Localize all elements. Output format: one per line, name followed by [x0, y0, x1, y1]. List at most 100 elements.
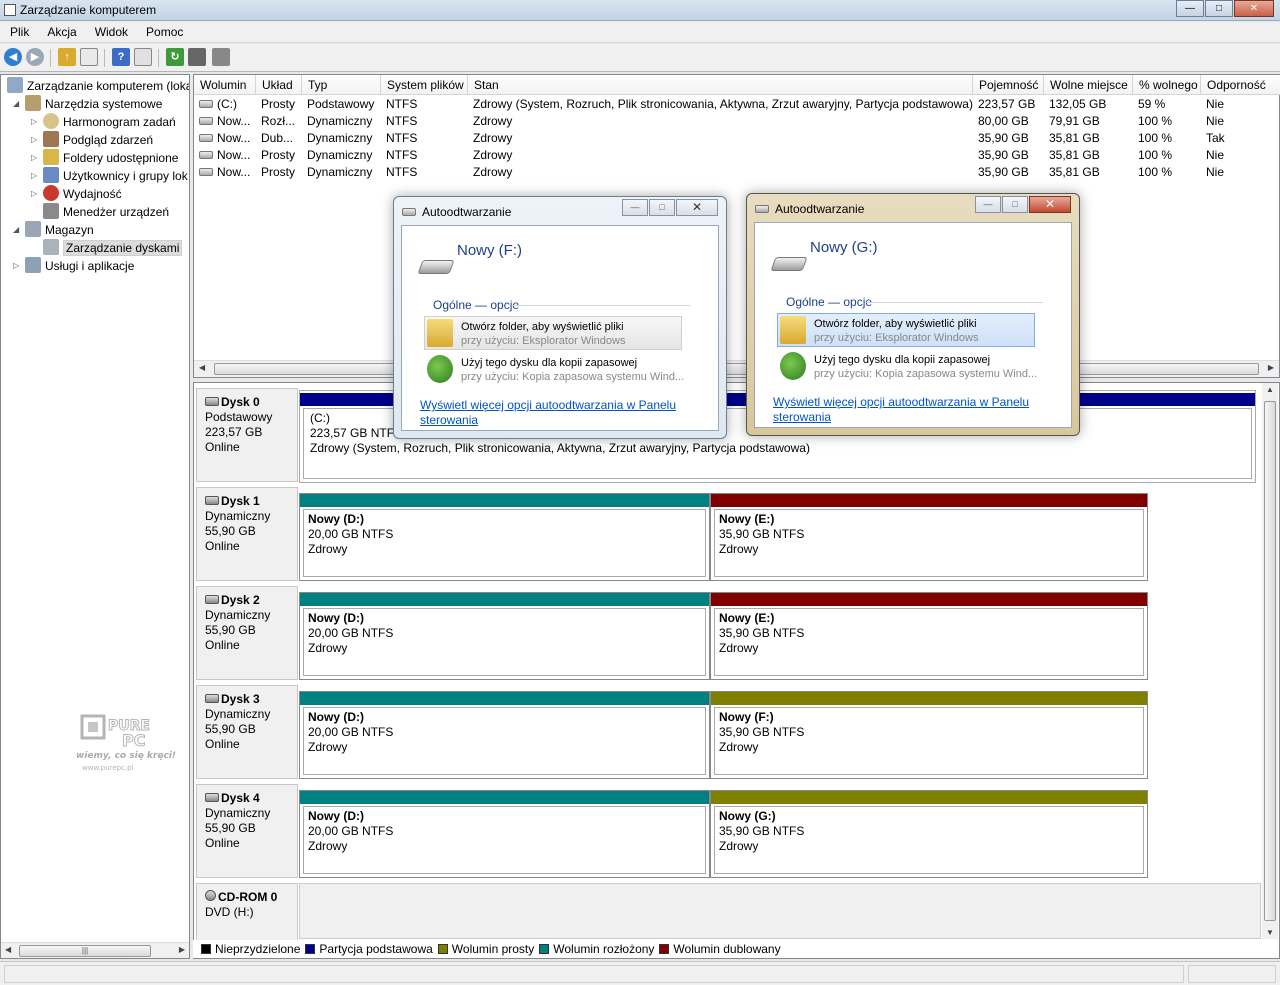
partition-d[interactable]: Nowy (D:) 20,00 GB NTFS Zdrowy	[299, 592, 710, 680]
autoplay-dialog-f[interactable]: Autoodtwarzanie — □ ✕ Nowy (F:) Ogólne —…	[393, 196, 727, 439]
drive-icon	[199, 100, 213, 108]
partition-d[interactable]: Nowy (D:) 20,00 GB NTFS Zdrowy	[299, 790, 710, 878]
collapse-icon[interactable]: ◢	[13, 95, 19, 113]
scroll-right-icon[interactable]: ▶	[1268, 363, 1274, 372]
partition-d[interactable]: Nowy (D:) 20,00 GB NTFS Zdrowy	[299, 493, 710, 581]
tree-root[interactable]: Zarządzanie komputerem (loka	[7, 77, 189, 95]
tree-shared-folders[interactable]: ▷ Foldery udostępnione	[31, 149, 178, 167]
tree-event-viewer[interactable]: ▷ Podgląd zdarzeń	[31, 131, 153, 149]
disk-3-info[interactable]: Dysk 3 Dynamiczny 55,90 GB Online	[196, 685, 298, 779]
scroll-up-icon[interactable]: ▲	[1266, 385, 1274, 394]
scroll-left-icon[interactable]: ◀	[5, 945, 11, 954]
folder-icon	[780, 316, 806, 344]
disk-settings-icon[interactable]	[212, 48, 230, 66]
back-arrow-icon[interactable]: ◀	[4, 48, 22, 66]
properties-icon[interactable]	[134, 48, 152, 66]
open-folder-option[interactable]: Otwórz folder, aby wyświetlić pliki przy…	[777, 313, 1035, 347]
col-layout[interactable]: Układ	[256, 75, 302, 95]
dialog-close-button[interactable]: ✕	[1029, 196, 1071, 213]
col-percent-free[interactable]: % wolnego	[1133, 75, 1201, 95]
partition-e[interactable]: Nowy (E:) 35,90 GB NTFS Zdrowy	[710, 493, 1148, 581]
tree-services-apps[interactable]: ▷ Usługi i aplikacje	[13, 257, 134, 275]
table-row[interactable]: Now... Prosty Dynamiczny NTFS Zdrowy 35,…	[194, 147, 1280, 164]
col-status[interactable]: Stan	[468, 75, 973, 95]
tree-users-groups[interactable]: ▷ Użytkownicy i grupy lok	[31, 167, 188, 185]
scroll-down-icon[interactable]: ▼	[1266, 928, 1274, 937]
menu-view[interactable]: Widok	[85, 22, 136, 42]
dialog-maximize-button[interactable]: □	[649, 199, 675, 216]
col-volume[interactable]: Wolumin	[194, 75, 256, 95]
autoplay-dialog-g[interactable]: Autoodtwarzanie — □ ✕ Nowy (G:) Ogólne —…	[746, 193, 1080, 436]
tree-task-scheduler[interactable]: ▷ Harmonogram zadań	[31, 113, 176, 131]
more-autoplay-options-link[interactable]: Wyświetl więcej opcji autoodtwarzania w …	[420, 398, 690, 428]
menu-file[interactable]: Plik	[0, 22, 37, 42]
expand-icon[interactable]: ▷	[31, 149, 37, 167]
navigation-tree: Zarządzanie komputerem (loka ◢ Narzędzia …	[0, 74, 190, 959]
close-button[interactable]: ✕	[1234, 0, 1274, 17]
partition-e[interactable]: Nowy (E:) 35,90 GB NTFS Zdrowy	[710, 592, 1148, 680]
menu-help[interactable]: Pomoc	[136, 22, 191, 42]
collapse-icon[interactable]: ◢	[13, 221, 19, 239]
computer-management-icon	[7, 77, 23, 93]
disk-vertical-scrollbar[interactable]: ▲ ▼	[1262, 383, 1278, 939]
settings-icon[interactable]	[188, 48, 206, 66]
partition-g[interactable]: Nowy (G:) 35,90 GB NTFS Zdrowy	[710, 790, 1148, 878]
col-filesystem[interactable]: System plików	[381, 75, 468, 95]
forward-arrow-icon[interactable]: ▶	[26, 48, 44, 66]
backup-option[interactable]: Użyj tego dysku dla kopii zapasowej przy…	[777, 349, 1037, 383]
col-type[interactable]: Typ	[302, 75, 381, 95]
cdrom-area[interactable]	[299, 883, 1261, 939]
col-fault-tolerance[interactable]: Odporność	[1201, 75, 1280, 95]
expand-icon[interactable]: ▷	[31, 131, 37, 149]
volume-list: Wolumin Układ Typ System plików Stan Poj…	[193, 74, 1280, 378]
tree-performance[interactable]: ▷ Wydajność	[31, 185, 122, 203]
open-folder-option[interactable]: Otwórz folder, aby wyświetlić pliki przy…	[424, 316, 682, 350]
disk-4-info[interactable]: Dysk 4 Dynamiczny 55,90 GB Online	[196, 784, 298, 878]
menu-action[interactable]: Akcja	[37, 22, 84, 42]
table-row[interactable]: (C:) Prosty Podstawowy NTFS Zdrowy (Syst…	[194, 96, 1280, 113]
backup-option[interactable]: Użyj tego dysku dla kopii zapasowej przy…	[424, 352, 684, 386]
dialog-minimize-button[interactable]: —	[975, 196, 1001, 213]
scrollbar-thumb[interactable]	[1264, 401, 1276, 921]
table-row[interactable]: Now... Rozł... Dynamiczny NTFS Zdrowy 80…	[194, 113, 1280, 130]
expand-icon[interactable]: ▷	[31, 167, 37, 185]
expand-icon[interactable]: ▷	[31, 185, 37, 203]
disk-2-info[interactable]: Dysk 2 Dynamiczny 55,90 GB Online	[196, 586, 298, 680]
tree-horizontal-scrollbar[interactable]: ◀ ||| ▶	[1, 942, 189, 958]
scrollbar-thumb[interactable]: |||	[19, 945, 151, 957]
minimize-button[interactable]: —	[1176, 0, 1204, 17]
disk-0-info[interactable]: Dysk 0 Podstawowy 223,57 GB Online	[196, 388, 298, 482]
scroll-right-icon[interactable]: ▶	[179, 945, 185, 954]
show-hide-tree-icon[interactable]	[80, 48, 98, 66]
tree-storage[interactable]: ◢ Magazyn	[13, 221, 94, 239]
col-free-space[interactable]: Wolne miejsce	[1044, 75, 1133, 95]
maximize-button[interactable]: □	[1205, 0, 1233, 17]
col-capacity[interactable]: Pojemność	[973, 75, 1044, 95]
volume-horizontal-scrollbar[interactable]: ◀ ▶	[194, 360, 1279, 377]
up-folder-icon[interactable]: ↑	[58, 48, 76, 66]
legend-mirrored: Wolumin dublowany	[659, 942, 781, 956]
disk-icon	[205, 397, 219, 406]
tree-disk-management[interactable]: Zarządzanie dyskami	[43, 239, 183, 257]
cdrom-0-info[interactable]: CD-ROM 0 DVD (H:)	[196, 883, 298, 943]
dialog-minimize-button[interactable]: —	[622, 199, 648, 216]
disk-icon	[205, 694, 219, 703]
expand-icon[interactable]: ▷	[13, 257, 19, 275]
tree-device-manager[interactable]: Menedżer urządzeń	[43, 203, 169, 221]
dialog-close-button[interactable]: ✕	[676, 199, 718, 216]
scroll-left-icon[interactable]: ◀	[199, 363, 205, 372]
table-row[interactable]: Now... Prosty Dynamiczny NTFS Zdrowy 35,…	[194, 164, 1280, 181]
table-row[interactable]: Now... Dub... Dynamiczny NTFS Zdrowy 35,…	[194, 130, 1280, 147]
svg-text:www.purepc.pl: www.purepc.pl	[82, 764, 134, 772]
tree-system-tools[interactable]: ◢ Narzędzia systemowe	[13, 95, 162, 113]
disk-icon	[205, 793, 219, 802]
expand-icon[interactable]: ▷	[31, 113, 37, 131]
dialog-maximize-button[interactable]: □	[1002, 196, 1028, 213]
partition-d[interactable]: Nowy (D:) 20,00 GB NTFS Zdrowy	[299, 691, 710, 779]
more-autoplay-options-link[interactable]: Wyświetl więcej opcji autoodtwarzania w …	[773, 395, 1043, 425]
partition-f[interactable]: Nowy (F:) 35,90 GB NTFS Zdrowy	[710, 691, 1148, 779]
scrollbar-thumb[interactable]	[214, 363, 1259, 375]
refresh-icon[interactable]: ↻	[166, 48, 184, 66]
help-icon[interactable]: ?	[112, 48, 130, 66]
disk-1-info[interactable]: Dysk 1 Dynamiczny 55,90 GB Online	[196, 487, 298, 581]
